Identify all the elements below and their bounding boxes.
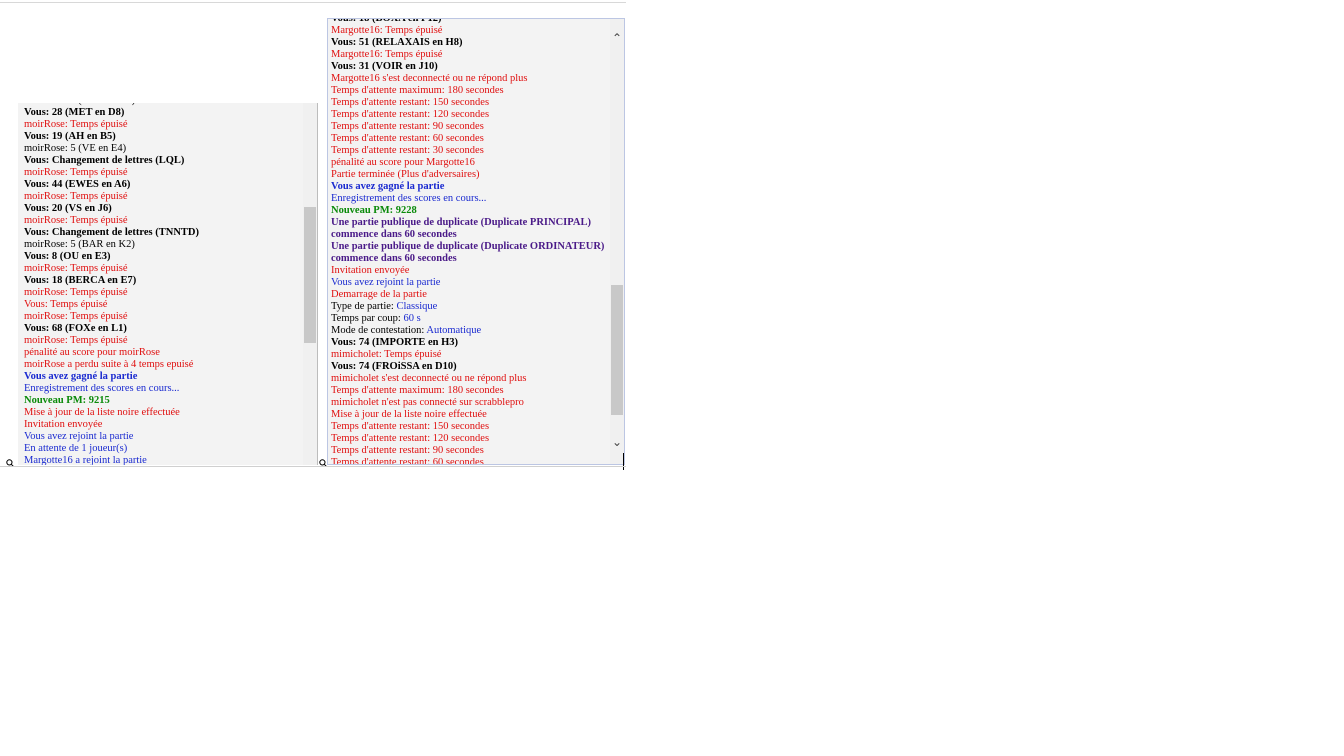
log-line: Vous avez gagné la partie: [331, 181, 445, 192]
log-line: Vous: Changement de lettres (TNNTD): [24, 227, 199, 238]
log-line: Nouveau PM: 9228: [331, 205, 417, 216]
log-line: moirRose: Temps épuisé: [24, 287, 128, 298]
log-line: moirRose: Temps épuisé: [24, 191, 128, 202]
log-line: Margotte16: Temps épuisé: [331, 49, 443, 60]
right-chat-log[interactable]: Vous: 18 (BOXA en F12) Margotte16: Temps …: [327, 18, 625, 465]
log-line-part: Automatique: [426, 325, 482, 336]
log-line: Margotte16: Temps épuisé: [331, 25, 443, 36]
chevron-up-icon[interactable]: ⌃: [610, 31, 624, 45]
log-line: moirRose: 5 (BAR en K2): [24, 239, 135, 250]
log-line: moirRose: Temps épuisé: [24, 167, 128, 178]
log-line: Enregistrement des scores en cours...: [24, 383, 180, 394]
log-line-part: Type de partie:: [331, 301, 397, 312]
log-line: Temps par coup: 60 s: [331, 313, 608, 325]
log-line: Temps d'attente restant: 90 secondes: [331, 445, 484, 456]
log-line: Mode de contestation: Automatique: [331, 325, 608, 337]
log-line-part: 60 s: [403, 313, 421, 324]
log-line: Vous: 20 (VS en J6): [24, 203, 112, 214]
log-line: Partie terminée (Plus d'adversaires): [331, 169, 480, 180]
left-scrollbar[interactable]: [303, 103, 317, 465]
log-line: moirRose: 5 (VE en E4): [24, 143, 127, 154]
log-line: Nouveau PM: 9215: [24, 395, 110, 406]
log-line-part: Temps par coup:: [331, 313, 404, 324]
log-line: Vous: 19 (AH en B5): [24, 131, 116, 142]
log-line: Vous: 74 (FROiSSA en D10): [331, 361, 457, 372]
log-line: mimicholet n'est pas connecté sur scrabb…: [331, 397, 524, 408]
log-line: Vous avez rejoint la partie: [331, 277, 441, 288]
log-line: commence dans 60 secondes: [331, 229, 457, 240]
log-line: Vous avez rejoint la partie: [24, 431, 134, 442]
log-line: Vous: 68 (FOXe en L1): [24, 323, 127, 334]
text-cursor: [623, 453, 624, 470]
log-line: moirRose: Temps épuisé: [24, 263, 128, 274]
log-line: mimicholet: Temps épuisé: [331, 349, 442, 360]
log-line: Temps d'attente restant: 30 secondes: [331, 145, 484, 156]
log-line: Margotte16 s'est deconnecté ou ne répond…: [331, 73, 528, 84]
log-line: Une partie publique de duplicate (Duplic…: [331, 241, 605, 252]
log-line-part: Classique: [396, 301, 438, 312]
log-line-part: Mode de contestation:: [331, 325, 427, 336]
log-line: Temps d'attente restant: 120 secondes: [331, 109, 490, 120]
log-line: Vous: 18 (BERCA en E7): [24, 275, 137, 286]
log-line: moirRose: Temps épuisé: [24, 311, 128, 322]
log-line: Invitation envoyée: [331, 265, 410, 276]
log-line: Temps d'attente restant: 60 secondes: [331, 457, 484, 465]
log-line: Vous: 31 (VOIR en J10): [331, 61, 438, 72]
log-line: Type de partie: Classique: [331, 301, 608, 313]
log-line: Demarrage de la partie: [331, 289, 427, 300]
log-line: Mise à jour de la liste noire effectuée: [24, 407, 180, 418]
log-line: Temps d'attente maximum: 180 secondes: [331, 85, 504, 96]
log-line: moirRose a perdu suite à 4 temps epuisé: [24, 359, 194, 370]
log-line: commence dans 60 secondes: [331, 253, 457, 264]
log-line: En attente de 1 joueur(s): [24, 443, 128, 454]
top-divider: [0, 2, 626, 3]
left-chat-log[interactable]: moirRose: 6 (MET en D8)Vous: 28 (MET en …: [18, 103, 318, 465]
log-line: pénalité au score pour Margotte16: [331, 157, 475, 168]
log-line: Vous: Temps épuisé: [24, 299, 108, 310]
log-line: Une partie publique de duplicate (Duplic…: [331, 217, 591, 228]
log-line: mimicholet s'est deconnecté ou ne répond…: [331, 373, 527, 384]
log-line: Temps d'attente restant: 120 secondes: [331, 433, 490, 444]
log-line: moirRose: Temps épuisé: [24, 215, 128, 226]
log-line: Vous: 51 (RELAXAIS en H8): [331, 37, 463, 48]
log-line: Vous: 8 (OU en E3): [24, 251, 111, 262]
bottom-divider: [0, 466, 626, 467]
chevron-down-icon[interactable]: ⌄: [610, 435, 624, 449]
log-line: Enregistrement des scores en cours...: [331, 193, 487, 204]
log-line: Vous: Changement de lettres (LQL): [24, 155, 185, 166]
right-log-lines: Vous: 18 (BOXA en F12) Margotte16: Temps …: [331, 18, 608, 465]
log-line: Temps d'attente restant: 150 secondes: [331, 421, 490, 432]
log-line: Margotte16 a rejoint la partie: [24, 455, 147, 465]
log-line: Mise à jour de la liste noire effectuée: [331, 409, 487, 420]
log-line: Temps d'attente restant: 90 secondes: [331, 121, 484, 132]
log-line: Vous: 44 (EWES en A6): [24, 179, 131, 190]
log-line: Temps d'attente restant: 60 secondes: [331, 133, 484, 144]
left-scrollbar-thumb[interactable]: [304, 207, 316, 343]
log-line: Vous: 18 (BOXA en F12): [331, 18, 442, 24]
log-line: Vous: 28 (MET en D8): [24, 107, 125, 118]
right-scrollbar[interactable]: ⌃ ⌄: [610, 19, 624, 464]
log-line: Vous: 74 (IMPORTE en H3): [331, 337, 458, 348]
log-line: Invitation envoyée: [24, 419, 103, 430]
left-log-lines: moirRose: 6 (MET en D8)Vous: 28 (MET en …: [24, 103, 301, 465]
log-line: Temps d'attente restant: 150 secondes: [331, 97, 490, 108]
right-scrollbar-thumb[interactable]: [611, 285, 623, 415]
log-line: moirRose: Temps épuisé: [24, 335, 128, 346]
log-line: moirRose: Temps épuisé: [24, 119, 128, 130]
log-line: Temps d'attente maximum: 180 secondes: [331, 385, 504, 396]
log-line: pénalité au score pour moirRose: [24, 347, 160, 358]
log-line: Vous avez gagné la partie: [24, 371, 138, 382]
